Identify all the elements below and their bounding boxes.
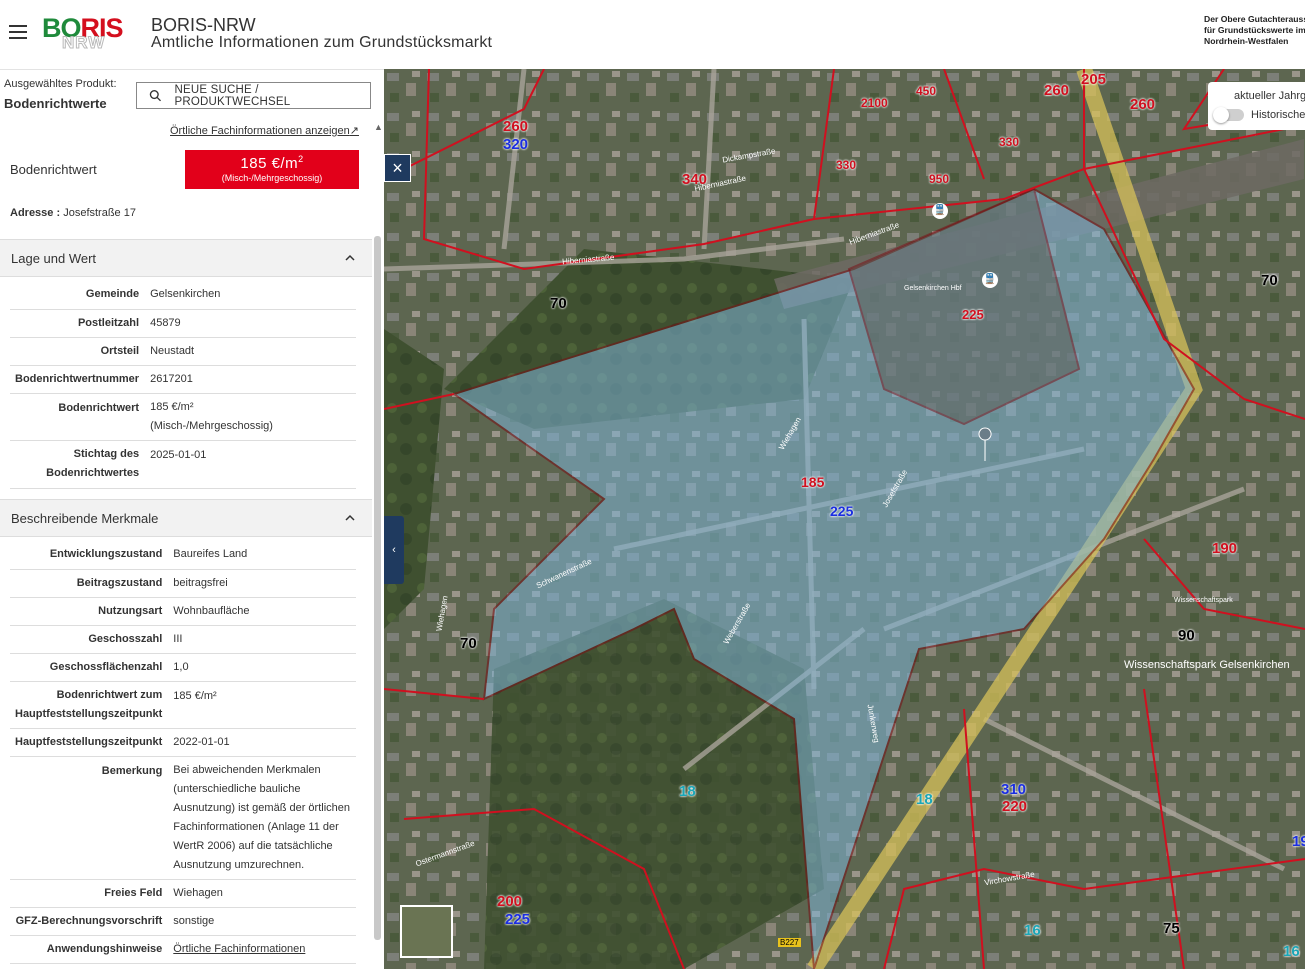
value-label-teal[interactable]: 16 xyxy=(1024,922,1041,939)
menu-icon[interactable] xyxy=(9,25,27,41)
value-label-teal[interactable]: 18 xyxy=(916,791,933,808)
value-label-black[interactable]: 70 xyxy=(550,295,567,312)
value-label-red[interactable]: 205 xyxy=(1081,71,1106,88)
value-label-red[interactable]: 260 xyxy=(1044,82,1069,99)
app-header: BORIS NRW BORIS-NRW Amtliche Information… xyxy=(0,0,1305,69)
street-label: Wissenschaftspark Gelsenkirchen xyxy=(1124,659,1290,671)
value-label-blue[interactable]: 310 xyxy=(1001,781,1026,798)
new-search-button[interactable]: NEUE SUCHE / PRODUKTWECHSEL xyxy=(136,82,371,109)
value-label-red[interactable]: 340 xyxy=(682,171,707,188)
value-label-black[interactable]: 70 xyxy=(1261,272,1278,289)
scroll-up-arrow[interactable]: ▲ xyxy=(374,122,383,132)
train-icon: 🚆 xyxy=(982,272,998,288)
value-label-red[interactable]: 200 xyxy=(497,893,522,910)
merkmale-table: Entwicklungszustand Baureifes Land Beitra… xyxy=(10,541,356,964)
table-row: Bodenrichtwertnummer 2617201 xyxy=(10,365,356,394)
value-label-blue[interactable]: 19 xyxy=(1292,833,1305,850)
chevron-up-icon xyxy=(345,254,355,261)
value-label-blue[interactable]: 225 xyxy=(505,911,530,928)
table-row: Bemerkung Bei abweichenden Merkmalen (unte… xyxy=(10,756,356,880)
table-row: Anwendungshinweise Örtliche Fachinformati… xyxy=(10,935,356,964)
table-row: Bodenrichtwert 185 €/m² (Misch-/Mehrgescho… xyxy=(10,393,356,441)
boris-logo[interactable]: BORIS NRW xyxy=(42,14,138,54)
value-label-red[interactable]: 220 xyxy=(1002,798,1027,815)
section-lage-und-wert[interactable]: Lage und Wert xyxy=(0,239,372,277)
address: Adresse : Josefstraße 17 xyxy=(10,207,136,219)
layer-switcher-thumbnail[interactable] xyxy=(400,905,453,958)
lage-table: Gemeinde Gelsenkirchen Postleitzahl 45879 … xyxy=(10,281,356,489)
panel-scrollbar[interactable] xyxy=(374,236,381,940)
table-row: Gemeinde Gelsenkirchen xyxy=(10,281,356,310)
product-value: Bodenrichtwerte xyxy=(4,96,107,111)
table-row: Geschossflächenzahl 1,0 xyxy=(10,653,356,682)
info-panel: Ausgewähltes Produkt: Bodenrichtwerte NE… xyxy=(0,69,384,969)
product-label: Ausgewähltes Produkt: xyxy=(4,78,117,90)
brw-label: Bodenrichtwert xyxy=(10,162,97,177)
value-label-red[interactable]: 950 xyxy=(929,172,949,186)
value-label-red[interactable]: 260 xyxy=(1130,96,1155,113)
app-subtitle: Amtliche Informationen zum Grundstücksma… xyxy=(151,34,493,51)
table-row: Beitragszustand beitragsfrei xyxy=(10,569,356,598)
aerial-map[interactable] xyxy=(384,69,1305,969)
road-shield: B227 xyxy=(778,938,801,947)
value-label-red[interactable]: 450 xyxy=(916,84,936,98)
table-row: Ortsteil Neustadt xyxy=(10,337,356,366)
value-label-black[interactable]: 75 xyxy=(1163,920,1180,937)
value-label-teal[interactable]: 18 xyxy=(679,783,696,800)
table-row: Postleitzahl 45879 xyxy=(10,309,356,338)
value-label-red[interactable]: 330 xyxy=(999,135,1019,149)
brw-value-badge: 185 €/m2 (Misch-/Mehrgeschossig) xyxy=(185,150,359,189)
anwendungshinweise-link[interactable]: Örtliche Fachinformationen xyxy=(173,943,305,955)
table-row: Stichtag des Bodenrichtwertes 2025-01-01 xyxy=(10,440,356,489)
station-label: Gelsenkirchen Hbf xyxy=(904,285,962,292)
table-row: GFZ-Berechnungsvorschrift sonstige xyxy=(10,907,356,936)
external-link-icon: ↗ xyxy=(349,125,359,137)
table-row: Geschosszahl III xyxy=(10,625,356,654)
value-label-teal[interactable]: 16 xyxy=(1283,943,1300,960)
table-row: Entwicklungszustand Baureifes Land xyxy=(10,541,356,570)
authority-logo[interactable]: Der Obere Gutachterausschuss für Grundst… xyxy=(1204,14,1305,47)
train-icon: 🚆 xyxy=(932,203,948,219)
toggle-panel-button[interactable]: ‹ xyxy=(384,516,404,584)
value-label-black[interactable]: 70 xyxy=(460,635,477,652)
value-label-red[interactable]: 185 xyxy=(801,474,824,490)
value-label-red[interactable]: 225 xyxy=(962,307,984,322)
value-label-red[interactable]: 260 xyxy=(503,118,528,135)
app-title: BORIS-NRW xyxy=(151,15,256,35)
value-label-red[interactable]: 2100 xyxy=(861,96,888,110)
search-icon xyxy=(149,89,162,101)
fachinfo-link[interactable]: Örtliche Fachinformationen anzeigen↗ xyxy=(170,124,359,137)
section-beschreibende-merkmale[interactable]: Beschreibende Merkmale xyxy=(0,499,372,537)
table-row: Hauptfeststellungszeitpunkt 2022-01-01 xyxy=(10,728,356,757)
historic-label: Historische xyxy=(1251,109,1305,121)
historic-toggle[interactable] xyxy=(1213,107,1244,123)
close-panel-button[interactable]: × xyxy=(384,154,411,182)
table-row: Nutzungsart Wohnbaufläche xyxy=(10,597,356,626)
current-year-label: aktueller Jahrgang xyxy=(1234,90,1305,102)
value-label-red[interactable]: 190 xyxy=(1212,540,1237,557)
street-label: Wissenschaftspark xyxy=(1174,597,1233,604)
value-label-blue[interactable]: 320 xyxy=(503,136,528,153)
value-label-black[interactable]: 90 xyxy=(1178,627,1195,644)
value-label-blue[interactable]: 225 xyxy=(830,503,853,519)
table-row: Freies Feld Wiehagen xyxy=(10,879,356,908)
table-row: Bodenrichtwert zum Hauptfeststellungszeit… xyxy=(10,681,356,729)
chevron-up-icon xyxy=(345,514,355,521)
value-label-red[interactable]: 330 xyxy=(836,158,856,172)
year-selector: aktueller Jahrgang Historische xyxy=(1208,82,1305,130)
map-view[interactable]: Hibernia­straße Hiberniastraße Hibernias… xyxy=(384,69,1305,969)
